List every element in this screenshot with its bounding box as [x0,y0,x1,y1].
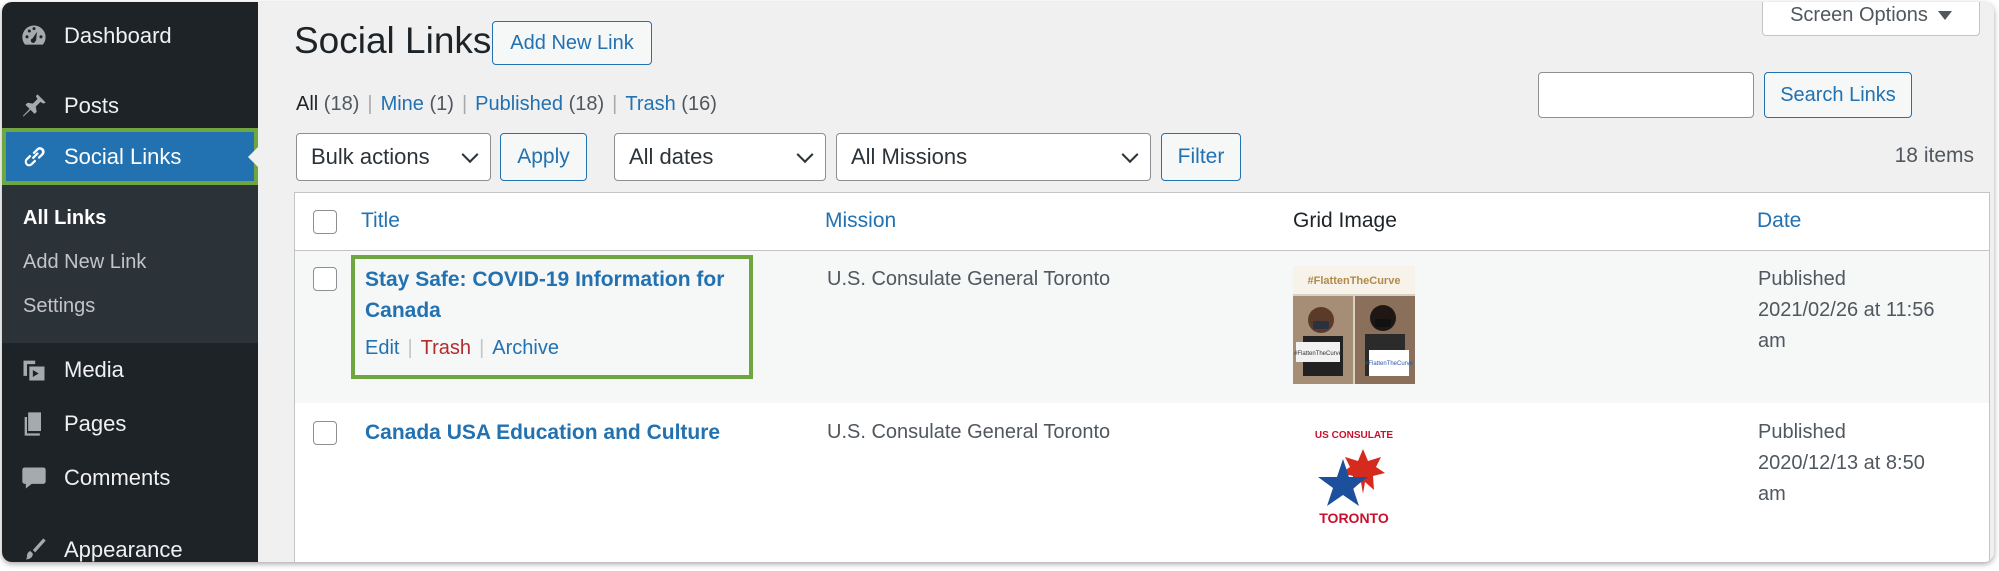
row-actions: Edit | Trash | Archive [365,337,559,360]
select-all-checkbox[interactable] [313,210,337,234]
table-header: Title Mission Grid Image Date [295,193,1989,251]
items-count: 18 items [1894,144,1974,167]
dashboard-icon [18,20,50,52]
row-title-link[interactable]: Canada USA Education and Culture [365,417,720,448]
bulk-actions-select[interactable]: Bulk actions [296,133,491,181]
sidebar-item-dashboard[interactable]: Dashboard [2,16,258,56]
main-content: Social Links Add New Link Screen Options… [258,2,1994,562]
comment-icon [18,462,50,494]
submenu-item-all-links[interactable]: All Links [23,207,106,230]
screen-options-button[interactable]: Screen Options [1762,2,1980,36]
search-links-button[interactable]: Search Links [1764,72,1912,118]
chevron-down-icon [1121,146,1139,164]
filter-button[interactable]: Filter [1161,133,1241,181]
bulk-actions-value: Bulk actions [311,144,430,169]
chevron-down-icon [461,146,479,164]
row-date: Published 2020/12/13 at 8:50 am [1758,421,1925,505]
table-row: Stay Safe: COVID-19 Information for Cana… [295,251,1989,403]
logo-top-text: US CONSULATE [1315,430,1393,441]
missions-filter-value: All Missions [851,144,968,169]
brush-icon [18,534,50,562]
sidebar-item-label: Pages [64,411,127,436]
dates-filter-value: All dates [629,144,714,169]
row-checkbox[interactable] [313,267,337,291]
submenu-item-add-new-link[interactable]: Add New Link [23,251,146,274]
column-title[interactable]: Title [361,209,400,233]
status-views: All (18) | Mine (1) | Published (18) | T… [296,93,717,116]
pages-icon [18,408,50,440]
consulate-logo-thumbnail: US CONSULATE TORONTO [1293,415,1415,533]
links-table: Title Mission Grid Image Date Stay Safe:… [294,192,1990,562]
triangle-down-icon [1937,11,1952,20]
apply-button[interactable]: Apply [500,133,587,181]
link-icon [18,141,50,173]
sidebar-item-media[interactable]: Media [2,350,258,390]
dates-filter-select[interactable]: All dates [614,133,826,181]
row-mission: U.S. Consulate General Toronto [827,421,1111,443]
chevron-down-icon [796,146,814,164]
table-row: Canada USA Education and Culture U.S. Co… [295,403,1989,562]
sign-text-left: #FlattenTheCurve [1294,351,1343,357]
sidebar-item-posts[interactable]: Posts [2,86,258,126]
screen-options-label: Screen Options [1790,4,1928,26]
sidebar-item-label: Appearance [64,537,183,562]
view-mine[interactable]: Mine (1) [381,93,454,116]
current-menu-arrow [248,146,258,167]
sidebar-item-pages[interactable]: Pages [2,404,258,444]
thumbnail-caption: #FlattenTheCurve [1308,275,1401,287]
view-trash[interactable]: Trash (16) [625,93,717,116]
row-date: Published 2021/02/26 at 11:56 am [1758,268,1935,352]
row-title-link[interactable]: Stay Safe: COVID-19 Information for Cana… [365,264,724,326]
sidebar-item-appearance[interactable]: Appearance [2,530,258,562]
row-mission: U.S. Consulate General Toronto [827,268,1111,290]
social-links-submenu: All Links Add New Link Settings [2,185,258,343]
wp-admin-window: Dashboard Posts Social Links All Links A… [2,2,1994,562]
row-checkbox[interactable] [313,421,337,445]
page-title: Social Links [294,20,492,61]
sidebar-item-comments[interactable]: Comments [2,458,258,498]
sidebar-item-social-links[interactable]: Social Links [2,128,258,185]
sidebar-item-label: Comments [64,465,171,490]
column-grid-image: Grid Image [1293,209,1397,232]
search-input[interactable] [1538,72,1754,118]
sidebar-item-label: Posts [64,93,120,118]
pin-icon [18,90,50,122]
submenu-item-settings[interactable]: Settings [23,295,95,318]
trash-link[interactable]: Trash [421,337,471,360]
sidebar-item-label: Dashboard [64,23,172,48]
sidebar-item-label: Social Links [64,143,182,169]
grid-image-thumbnail: #FlattenTheCurve #FlattenTheCurve #Flatt… [1293,266,1415,384]
archive-link[interactable]: Archive [492,337,559,360]
logo-bottom-text: TORONTO [1319,510,1389,526]
missions-filter-select[interactable]: All Missions [836,133,1151,181]
view-all[interactable]: All (18) [296,93,359,116]
sidebar-item-label: Media [64,357,124,382]
admin-sidebar: Dashboard Posts Social Links All Links A… [2,2,258,562]
view-published[interactable]: Published (18) [475,93,604,116]
sign-text-right: #FlattenTheCurve [1365,361,1414,367]
column-date[interactable]: Date [1757,209,1801,233]
add-new-link-button[interactable]: Add New Link [492,21,652,65]
edit-link[interactable]: Edit [365,337,399,360]
media-icon [18,354,50,386]
column-mission[interactable]: Mission [825,209,896,233]
